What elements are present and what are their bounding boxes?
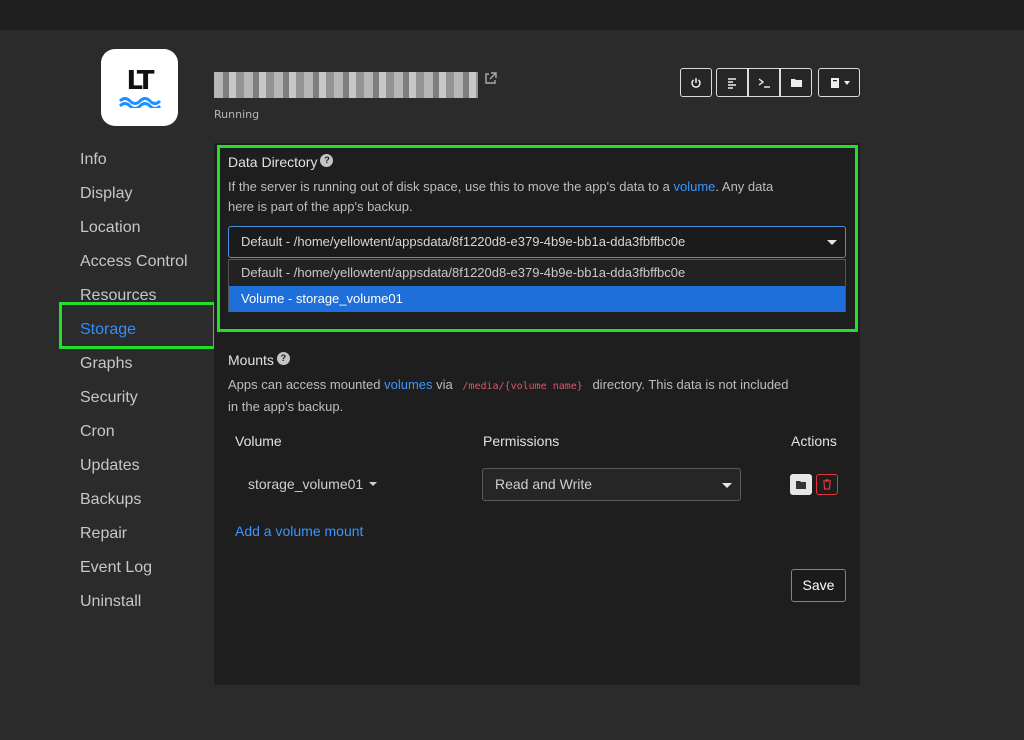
storage-highlight-box (59, 302, 216, 349)
power-button[interactable] (680, 68, 712, 97)
sidebar-item-graphs[interactable]: Graphs (80, 354, 188, 388)
desc-text: directory. This data is not included (592, 377, 789, 392)
volume-name: storage_volume01 (248, 476, 364, 492)
mounts-title: Mounts (228, 352, 274, 368)
sidebar-item-cron[interactable]: Cron (80, 422, 188, 456)
toolbar-group (716, 68, 812, 97)
sidebar-nav: Info Display Location Access Control Res… (80, 150, 188, 626)
caret-down-icon (369, 482, 378, 486)
data-directory-highlight-box (217, 145, 858, 332)
sidebar-item-backups[interactable]: Backups (80, 490, 188, 524)
sidebar-item-security[interactable]: Security (80, 388, 188, 422)
toolbar (680, 68, 712, 97)
sidebar-item-event-log[interactable]: Event Log (80, 558, 188, 592)
permissions-select[interactable]: Read and Write (482, 468, 741, 501)
folder-icon (796, 480, 806, 489)
terminal-icon (758, 77, 770, 88)
delete-mount-button[interactable] (816, 474, 838, 495)
terminal-button[interactable] (748, 68, 780, 97)
desc-text: via (436, 377, 453, 392)
column-header-volume: Volume (235, 433, 282, 449)
save-button[interactable]: Save (791, 569, 846, 602)
sidebar-item-repair[interactable]: Repair (80, 524, 188, 558)
app-status: Running (214, 108, 260, 121)
sidebar-item-info[interactable]: Info (80, 150, 188, 184)
permission-value: Read and Write (495, 476, 593, 492)
add-volume-mount-link[interactable]: Add a volume mount (235, 523, 363, 539)
volume-selector[interactable]: storage_volume01 (248, 476, 378, 492)
folder-icon (790, 79, 802, 87)
sidebar-item-uninstall[interactable]: Uninstall (80, 592, 188, 626)
book-icon (830, 77, 839, 88)
top-bar (0, 0, 1024, 30)
external-link-icon[interactable] (484, 72, 497, 88)
caret-down-icon (722, 483, 732, 488)
logs-button[interactable] (716, 68, 748, 97)
app-title-redacted (214, 72, 478, 98)
docs-toolbar (818, 68, 860, 97)
column-header-actions: Actions (791, 433, 837, 449)
logs-icon (728, 77, 736, 89)
trash-icon (823, 479, 831, 490)
sidebar-item-location[interactable]: Location (80, 218, 188, 252)
wave-icon (118, 96, 161, 108)
docs-menu-button[interactable] (818, 68, 860, 97)
mounts-description: Apps can access mounted volumes via /med… (228, 375, 848, 417)
mounts-heading: Mounts? (228, 352, 290, 368)
sidebar-item-updates[interactable]: Updates (80, 456, 188, 490)
power-icon (691, 77, 701, 88)
app-icon: LT (101, 49, 178, 126)
app-icon-letters: LT (126, 65, 155, 96)
files-button[interactable] (780, 68, 812, 97)
sidebar-item-access-control[interactable]: Access Control (80, 252, 188, 286)
chevron-down-icon (843, 80, 850, 85)
mount-path-code: /media/{volume name} (462, 381, 583, 392)
desc-text: in the app's backup. (228, 399, 344, 414)
help-icon[interactable]: ? (276, 352, 290, 365)
column-header-permissions: Permissions (483, 433, 560, 449)
volumes-link[interactable]: volumes (384, 377, 432, 392)
desc-text: Apps can access mounted (228, 377, 381, 392)
open-folder-button[interactable] (790, 474, 812, 495)
sidebar-item-display[interactable]: Display (80, 184, 188, 218)
